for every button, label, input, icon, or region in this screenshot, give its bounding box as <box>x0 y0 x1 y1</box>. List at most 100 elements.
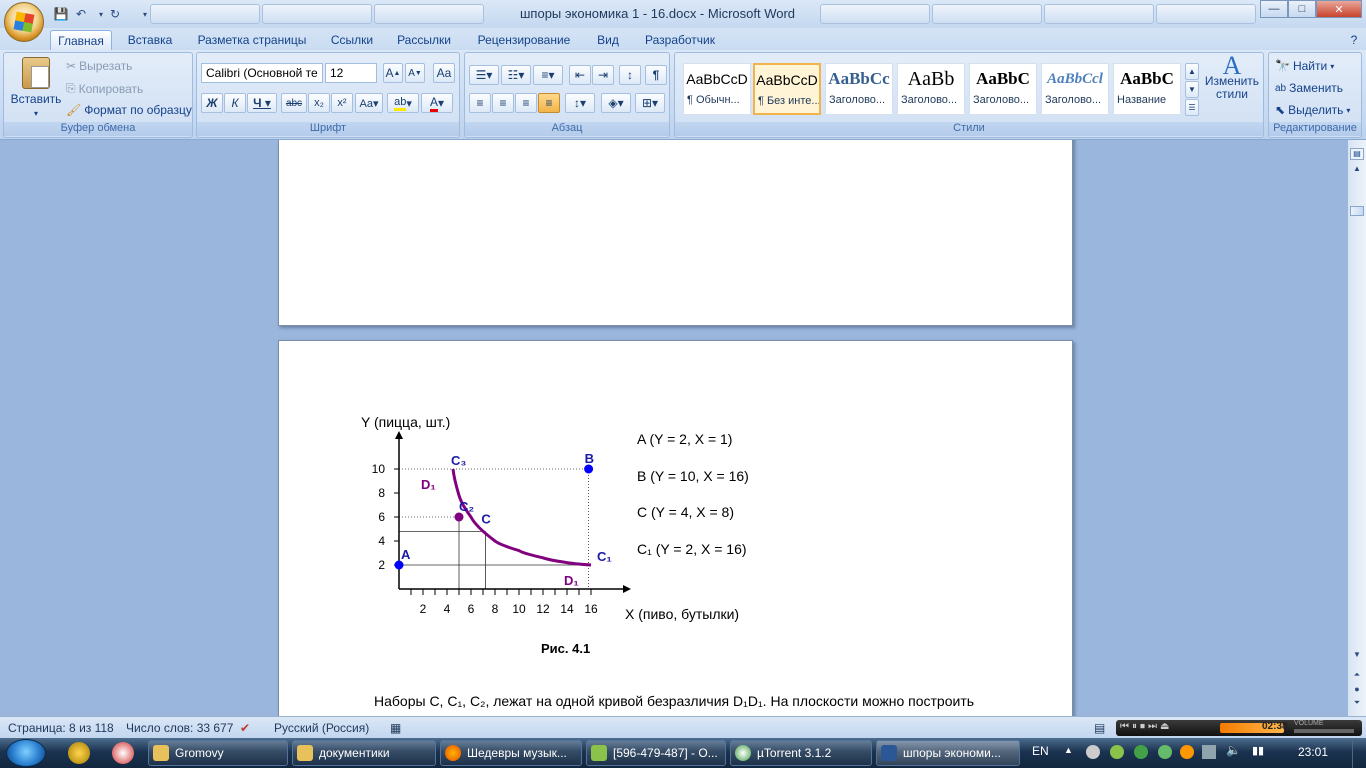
clear-formatting-icon[interactable]: Aa <box>433 63 455 83</box>
help-icon[interactable]: ? <box>1346 30 1362 50</box>
change-styles-button[interactable]: A Изменить стили <box>1203 53 1261 101</box>
sort-icon[interactable]: ↕ <box>619 65 641 85</box>
tray-clock[interactable]: 23:01 <box>1298 745 1328 759</box>
justify-icon[interactable]: ≡ <box>538 93 560 113</box>
network-icon[interactable]: ▮▮ <box>1252 744 1264 757</box>
decrease-indent-icon[interactable]: ⇤ <box>569 65 591 85</box>
language-indicator[interactable]: EN <box>1032 744 1049 758</box>
task-word[interactable]: шпоры экономи... <box>876 740 1020 766</box>
page-previous[interactable] <box>278 140 1073 326</box>
increase-indent-icon[interactable]: ⇥ <box>592 65 614 85</box>
bullets-icon[interactable]: ☰▾ <box>469 65 499 85</box>
find-button[interactable]: 🔭 Найти ▾ <box>1275 59 1334 73</box>
tab-home[interactable]: Главная <box>50 30 112 50</box>
scroll-thumb[interactable] <box>1350 206 1364 216</box>
page-count[interactable]: Страница: 8 из 118 <box>8 721 114 735</box>
view-print-layout-icon[interactable]: ▤ <box>1094 721 1105 735</box>
tray-icon-5[interactable] <box>1180 745 1194 759</box>
paste-button[interactable]: Вставить ▾ <box>11 57 61 118</box>
next-page-icon[interactable]: ⏷ <box>1350 698 1364 710</box>
italic-icon[interactable]: К <box>224 93 246 113</box>
highlight-icon[interactable]: ab ▾ <box>387 93 419 113</box>
browse-object-icon[interactable]: ● <box>1350 684 1364 696</box>
maximize-button[interactable]: □ <box>1288 0 1316 18</box>
tray-icon-1[interactable] <box>1086 745 1100 759</box>
tray-expand-icon[interactable]: ▲ <box>1064 745 1073 755</box>
borders-icon[interactable]: ⊞▾ <box>635 93 665 113</box>
change-case-icon[interactable]: Aa▾ <box>355 93 383 113</box>
shrink-font-icon[interactable]: A ▼ <box>405 63 425 83</box>
style-title[interactable]: AaBbC Название <box>1113 63 1181 115</box>
show-desktop-button[interactable] <box>1352 738 1366 768</box>
font-color-icon[interactable]: A ▾ <box>421 93 453 113</box>
redo-icon[interactable]: ↻ <box>106 5 124 23</box>
font-size-combo[interactable]: 12 <box>325 63 377 83</box>
task-browser[interactable]: Шедевры музык... <box>440 740 582 766</box>
line-spacing-icon[interactable]: ↕▾ <box>565 93 595 113</box>
tray-icon-2[interactable] <box>1110 745 1124 759</box>
replace-button[interactable]: ab Заменить <box>1275 81 1343 95</box>
style-heading-3[interactable]: AaBbC Заголово... <box>969 63 1037 115</box>
scroll-up-icon[interactable]: ▲ <box>1350 164 1364 178</box>
quicklaunch-icon-2[interactable] <box>112 742 134 764</box>
underline-icon[interactable]: Ч ▾ <box>247 93 277 113</box>
tray-icon-4[interactable] <box>1158 745 1172 759</box>
tray-icon-6[interactable] <box>1202 745 1216 759</box>
volume-slider[interactable] <box>1294 729 1354 733</box>
align-right-icon[interactable]: ≡ <box>515 93 537 113</box>
style-heading-4[interactable]: AaBbCcl Заголово... <box>1041 63 1109 115</box>
styles-scroll-down-icon[interactable]: ▼ <box>1185 81 1199 98</box>
shading-icon[interactable]: ◈▾ <box>601 93 631 113</box>
tab-references[interactable]: Ссылки <box>324 30 380 50</box>
tray-icon-3[interactable] <box>1134 745 1148 759</box>
copy-button[interactable]: ⎘ Копировать <box>66 81 143 96</box>
volume-icon[interactable]: 🔈 <box>1226 743 1241 757</box>
cut-button[interactable]: ✂ Вырезать <box>66 59 132 73</box>
proofing-icon[interactable]: ✔ <box>240 721 250 735</box>
tab-insert[interactable]: Вставка <box>120 30 180 50</box>
align-left-icon[interactable]: ≡ <box>469 93 491 113</box>
close-button[interactable]: ✕ <box>1316 0 1362 18</box>
tab-developer[interactable]: Разработчик <box>638 30 722 50</box>
task-utorrent[interactable]: µTorrent 3.1.2 <box>730 740 872 766</box>
numbering-icon[interactable]: ☷▾ <box>501 65 531 85</box>
subscript-icon[interactable]: x₂ <box>308 93 330 113</box>
style-normal[interactable]: AaBbCcD ¶ Обычн... <box>683 63 751 115</box>
office-button[interactable] <box>4 2 44 42</box>
tab-page-layout[interactable]: Разметка страницы <box>192 30 312 50</box>
save-icon[interactable]: 💾 <box>52 5 70 23</box>
style-no-spacing[interactable]: AaBbCcD ¶ Без инте... <box>753 63 821 115</box>
strikethrough-icon[interactable]: abc <box>281 93 307 113</box>
scroll-down-icon[interactable]: ▼ <box>1350 650 1364 664</box>
page-current[interactable]: Y (пицца, шт.) X (пиво, бутылки) 2 4 6 8 10 1… <box>278 340 1073 716</box>
tab-view[interactable]: Вид <box>590 30 626 50</box>
previous-page-icon[interactable]: ⏶ <box>1350 670 1364 682</box>
style-heading-1[interactable]: AaBbCc Заголово... <box>825 63 893 115</box>
styles-scroll-up-icon[interactable]: ▲ <box>1185 63 1199 80</box>
tab-mailings[interactable]: Рассылки <box>392 30 456 50</box>
grow-font-icon[interactable]: A ▲ <box>383 63 403 83</box>
quicklaunch-icon-1[interactable] <box>68 742 90 764</box>
format-painter-button[interactable]: 🖌 Формат по образцу <box>66 103 192 117</box>
minimize-button[interactable]: — <box>1260 0 1288 18</box>
ruler-toggle-icon[interactable]: ▤ <box>1350 148 1364 160</box>
pilcrow-icon[interactable]: ¶ <box>645 65 667 85</box>
start-button[interactable] <box>6 739 46 767</box>
task-gromovy[interactable]: Gromovy <box>148 740 288 766</box>
select-button[interactable]: ⬉ Выделить ▾ <box>1275 103 1350 117</box>
style-heading-2[interactable]: AaBb Заголово... <box>897 63 965 115</box>
tab-review[interactable]: Рецензирование <box>470 30 578 50</box>
task-icq[interactable]: [596-479-487] - О... <box>586 740 726 766</box>
styles-more-icon[interactable]: ☰ <box>1185 99 1199 116</box>
align-center-icon[interactable]: ≡ <box>492 93 514 113</box>
macro-icon[interactable]: ▦ <box>390 721 401 735</box>
bold-icon[interactable]: Ж <box>201 93 223 113</box>
media-controls-icon[interactable]: ⏮⏸⏹⏭⏏ <box>1120 721 1172 732</box>
multilevel-list-icon[interactable]: ≡▾ <box>533 65 563 85</box>
undo-icon[interactable]: ↶ <box>72 5 90 23</box>
language-indicator[interactable]: Русский (Россия) <box>274 721 369 735</box>
word-count[interactable]: Число слов: 33 677 <box>126 721 233 735</box>
font-name-combo[interactable]: Calibri (Основной те <box>201 63 323 83</box>
task-documents[interactable]: документики <box>292 740 436 766</box>
superscript-icon[interactable]: x² <box>331 93 353 113</box>
